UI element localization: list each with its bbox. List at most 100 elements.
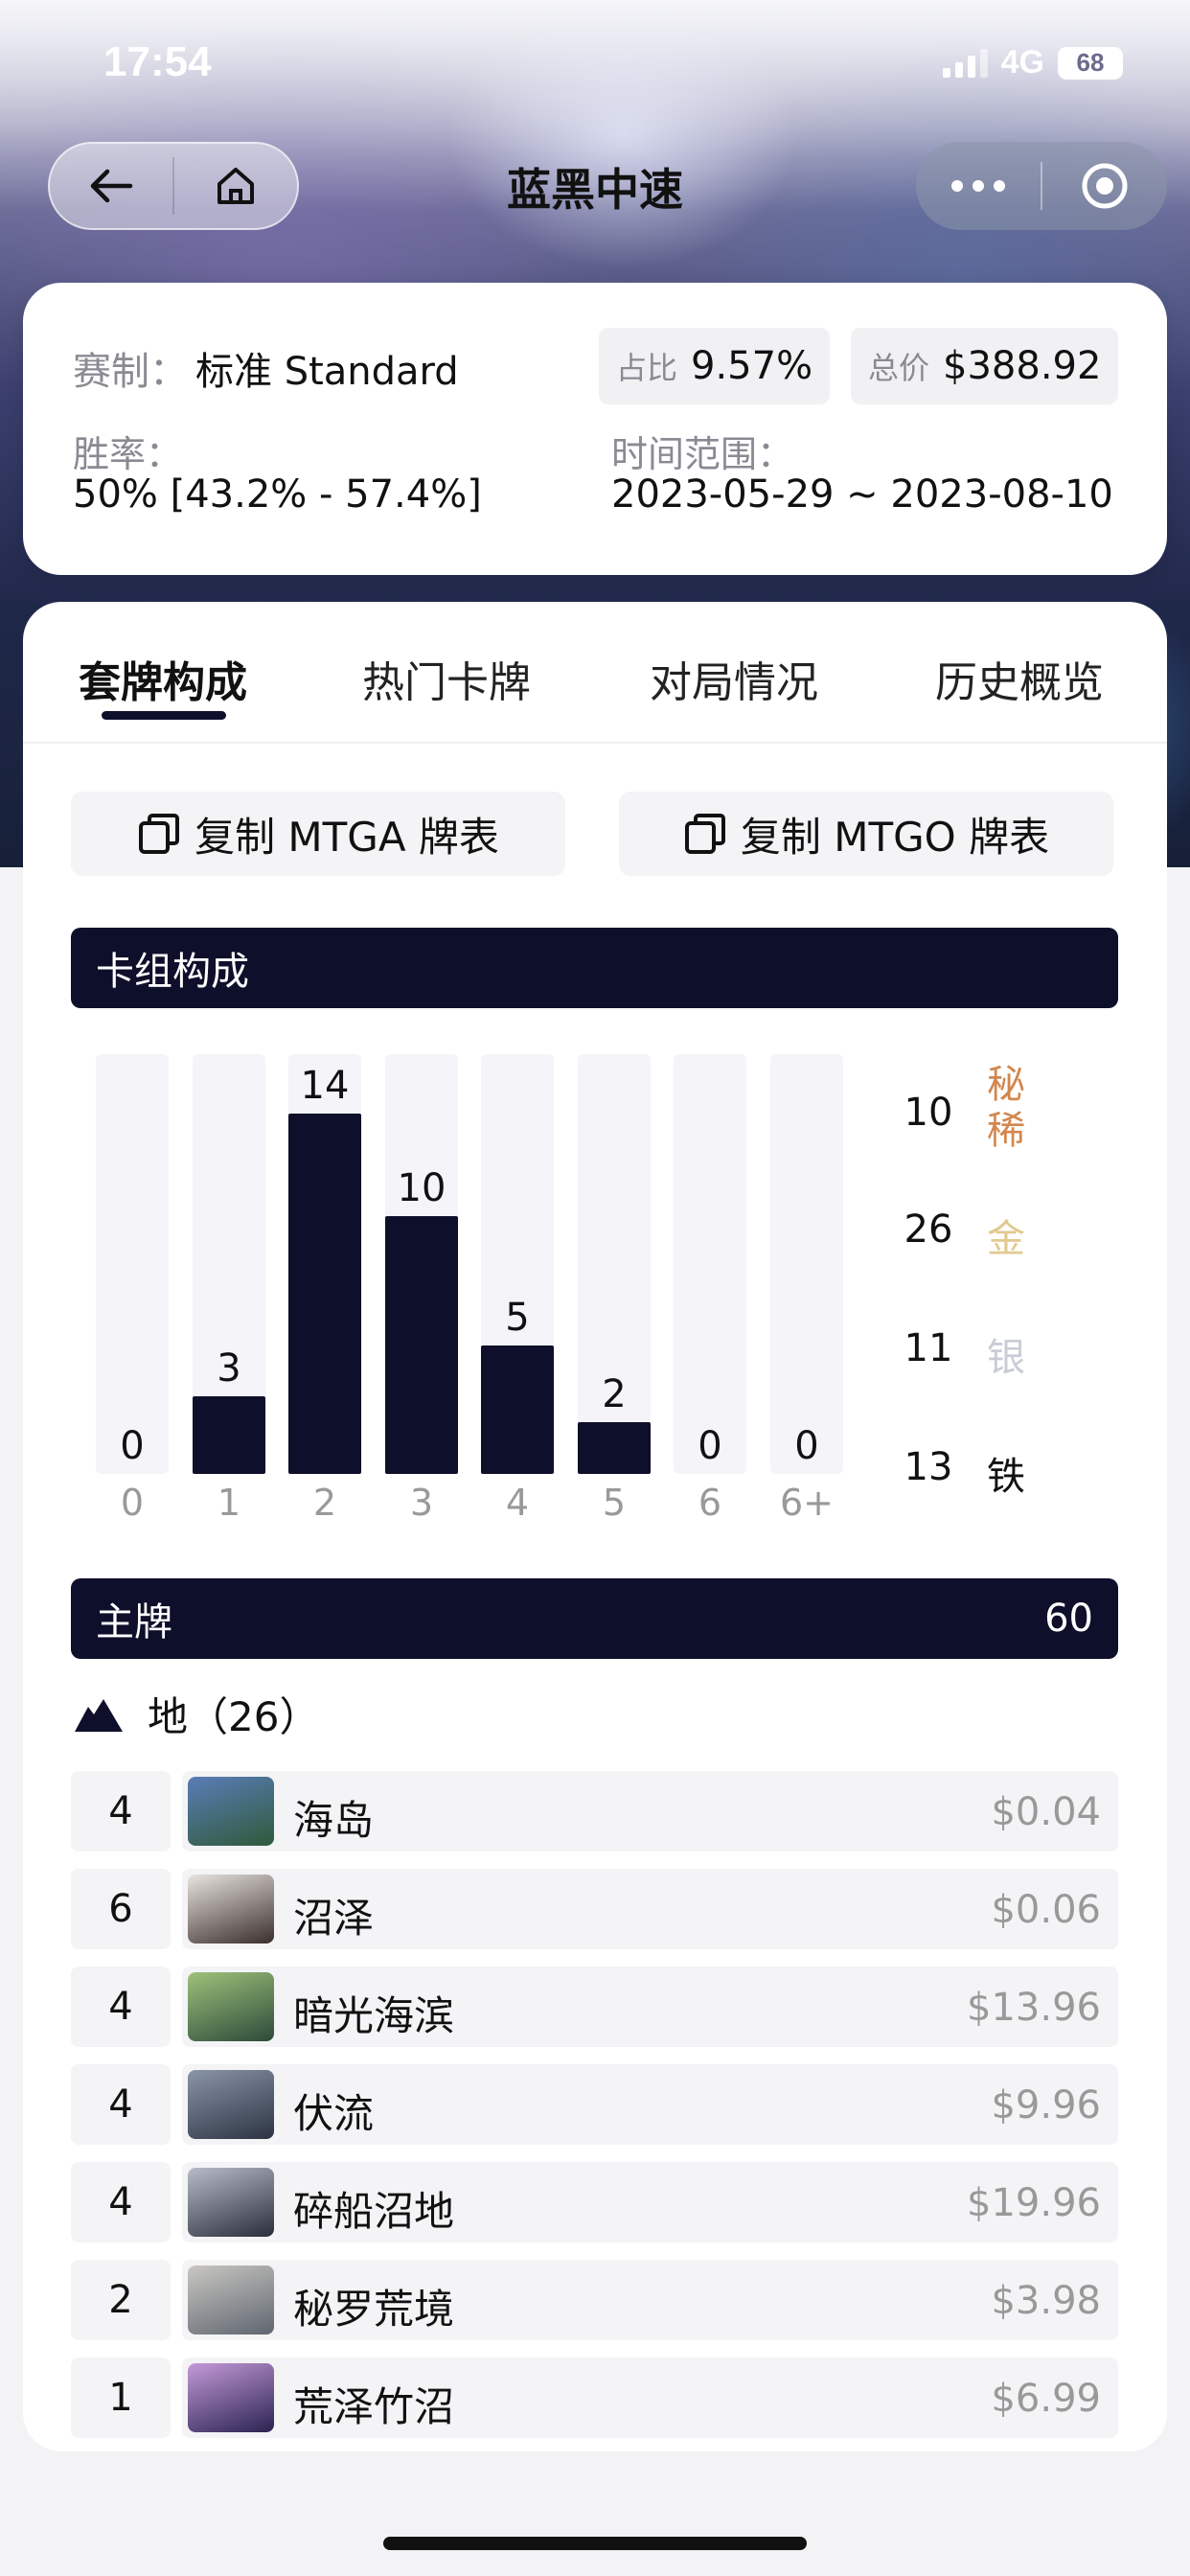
card-row[interactable]: 4 暗光海滨 $13.96 [71, 1966, 1118, 2047]
chart-data-label: 2 [602, 1372, 627, 1416]
chart-x-tick: 6+ [779, 1482, 835, 1524]
chart-track [288, 1054, 361, 1474]
card-row-body: 沼泽 $0.06 [182, 1869, 1118, 1949]
more-dots-icon [951, 180, 1005, 192]
chart-bar [481, 1346, 554, 1474]
card-name: 秘罗荒境 [293, 2286, 455, 2333]
card-row[interactable]: 1 荒泽竹沼 $6.99 [71, 2358, 1118, 2438]
card-quantity: 1 [71, 2358, 171, 2438]
chart-x-tick: 1 [217, 1482, 241, 1524]
tab-history[interactable]: 历史概览 [935, 648, 1104, 709]
card-name: 伏流 [293, 2090, 375, 2137]
chart-x-tick: 3 [409, 1482, 434, 1524]
active-tab-indicator [102, 711, 226, 720]
rarity-uncommon-label: 银 [987, 1336, 1025, 1380]
copy-icon [684, 814, 725, 854]
chart-x-tick: 0 [120, 1482, 145, 1524]
mainboard-label: 主牌 [96, 1600, 172, 1644]
share-value: 9.57% [691, 344, 813, 388]
share-pill: 占比 9.57% [599, 328, 831, 404]
close-miniprogram-button[interactable] [1042, 144, 1167, 228]
tab-matchups[interactable]: 对局情况 [650, 648, 818, 709]
lands-group-header[interactable]: 地（26） [73, 1685, 319, 1743]
rarity-uncommon-count: 11 [904, 1326, 953, 1370]
card-art-thumbnail [188, 1972, 274, 2041]
rarity-rare-label: 金 [987, 1217, 1025, 1261]
card-row-body: 伏流 $9.96 [182, 2064, 1118, 2145]
tab-deck-composition[interactable]: 套牌构成 [79, 648, 247, 709]
main-panel: 套牌构成 热门卡牌 对局情况 历史概览 复制 MTGA 牌表 复制 MTGO 牌… [23, 602, 1167, 2451]
chart-x-tick: 4 [505, 1482, 530, 1524]
format-value: 标准 Standard [195, 350, 459, 394]
chart-data-label: 14 [300, 1064, 350, 1108]
card-quantity: 4 [71, 2064, 171, 2145]
price-value: $388.92 [943, 344, 1102, 388]
copy-mtga-label: 复制 MTGA 牌表 [195, 813, 499, 861]
network-type: 4G [1000, 44, 1044, 80]
chart-bar [288, 1114, 361, 1474]
mainboard-section-header: 主牌 60 [71, 1578, 1118, 1659]
chart-x-tick: 5 [602, 1482, 627, 1524]
card-name: 荒泽竹沼 [293, 2383, 455, 2430]
chart-track [193, 1054, 265, 1474]
rarity-mythic-count: 10 [904, 1091, 953, 1135]
card-row[interactable]: 4 伏流 $9.96 [71, 2064, 1118, 2145]
card-row-body: 荒泽竹沼 $6.99 [182, 2358, 1118, 2438]
rarity-rare-count: 26 [904, 1208, 953, 1252]
card-price: $3.98 [991, 2279, 1101, 2323]
chart-data-label: 0 [794, 1424, 819, 1468]
winrate-value: 50% [43.2% - 57.4%] [73, 472, 482, 517]
copy-mtga-button[interactable]: 复制 MTGA 牌表 [71, 792, 565, 876]
chart-track [481, 1054, 554, 1474]
card-art-thumbnail [188, 2168, 274, 2237]
home-indicator [383, 2537, 807, 2550]
rarity-common-label: 铁 [987, 1455, 1025, 1499]
deck-info-card: 赛制： 标准 Standard 占比 9.57% 总价 $388.92 胜率： 5… [23, 283, 1167, 575]
card-price: $13.96 [967, 1986, 1101, 2030]
chart-bar [385, 1216, 458, 1474]
card-row-body: 暗光海滨 $13.96 [182, 1966, 1118, 2047]
winrate-label: 胜率： [73, 433, 183, 475]
card-row-body: 海岛 $0.04 [182, 1771, 1118, 1852]
status-time: 17:54 [103, 38, 212, 85]
chart-bar [193, 1396, 265, 1474]
card-quantity: 4 [71, 2162, 171, 2242]
card-row-body: 秘罗荒境 $3.98 [182, 2260, 1118, 2340]
lands-group-label: 地（26） [148, 1693, 320, 1740]
chart-track [385, 1054, 458, 1474]
status-right: 4G 68 [942, 44, 1123, 81]
card-row[interactable]: 6 沼泽 $0.06 [71, 1869, 1118, 1949]
time-range-value: 2023-05-29 ~ 2023-08-10 [611, 472, 1113, 517]
copy-mtgo-button[interactable]: 复制 MTGO 牌表 [619, 792, 1113, 876]
tab-popular-cards[interactable]: 热门卡牌 [362, 648, 531, 709]
card-price: $19.96 [967, 2181, 1101, 2225]
chart-x-tick: 2 [312, 1482, 337, 1524]
more-button[interactable] [916, 144, 1041, 228]
chart-data-label: 5 [505, 1296, 530, 1340]
price-label: 总价 [868, 350, 930, 386]
card-quantity: 2 [71, 2260, 171, 2340]
format-label: 赛制： [73, 350, 188, 394]
mainboard-count: 60 [1044, 1597, 1093, 1641]
card-price: $0.04 [991, 1790, 1101, 1834]
card-name: 海岛 [293, 1797, 375, 1844]
price-pill: 总价 $388.92 [851, 328, 1119, 404]
card-row[interactable]: 4 海岛 $0.04 [71, 1771, 1118, 1852]
card-row[interactable]: 4 碎船沼地 $19.96 [71, 2162, 1118, 2242]
format-row: 赛制： 标准 Standard [73, 340, 459, 396]
card-price: $6.99 [991, 2377, 1101, 2421]
card-name: 沼泽 [293, 1895, 375, 1942]
card-art-thumbnail [188, 1777, 274, 1846]
chart-track [578, 1054, 651, 1474]
card-name: 暗光海滨 [293, 1992, 455, 2039]
chart-data-label: 0 [698, 1424, 722, 1468]
target-icon [1082, 163, 1128, 209]
menu-capsule [916, 142, 1167, 230]
chart-track [96, 1054, 169, 1474]
battery-icon: 68 [1058, 46, 1123, 80]
tab-bar: 套牌构成 热门卡牌 对局情况 历史概览 [23, 602, 1167, 744]
signal-icon [942, 48, 988, 78]
card-row[interactable]: 2 秘罗荒境 $3.98 [71, 2260, 1118, 2340]
share-label: 占比 [616, 350, 678, 386]
composition-title: 卡组构成 [96, 950, 249, 994]
